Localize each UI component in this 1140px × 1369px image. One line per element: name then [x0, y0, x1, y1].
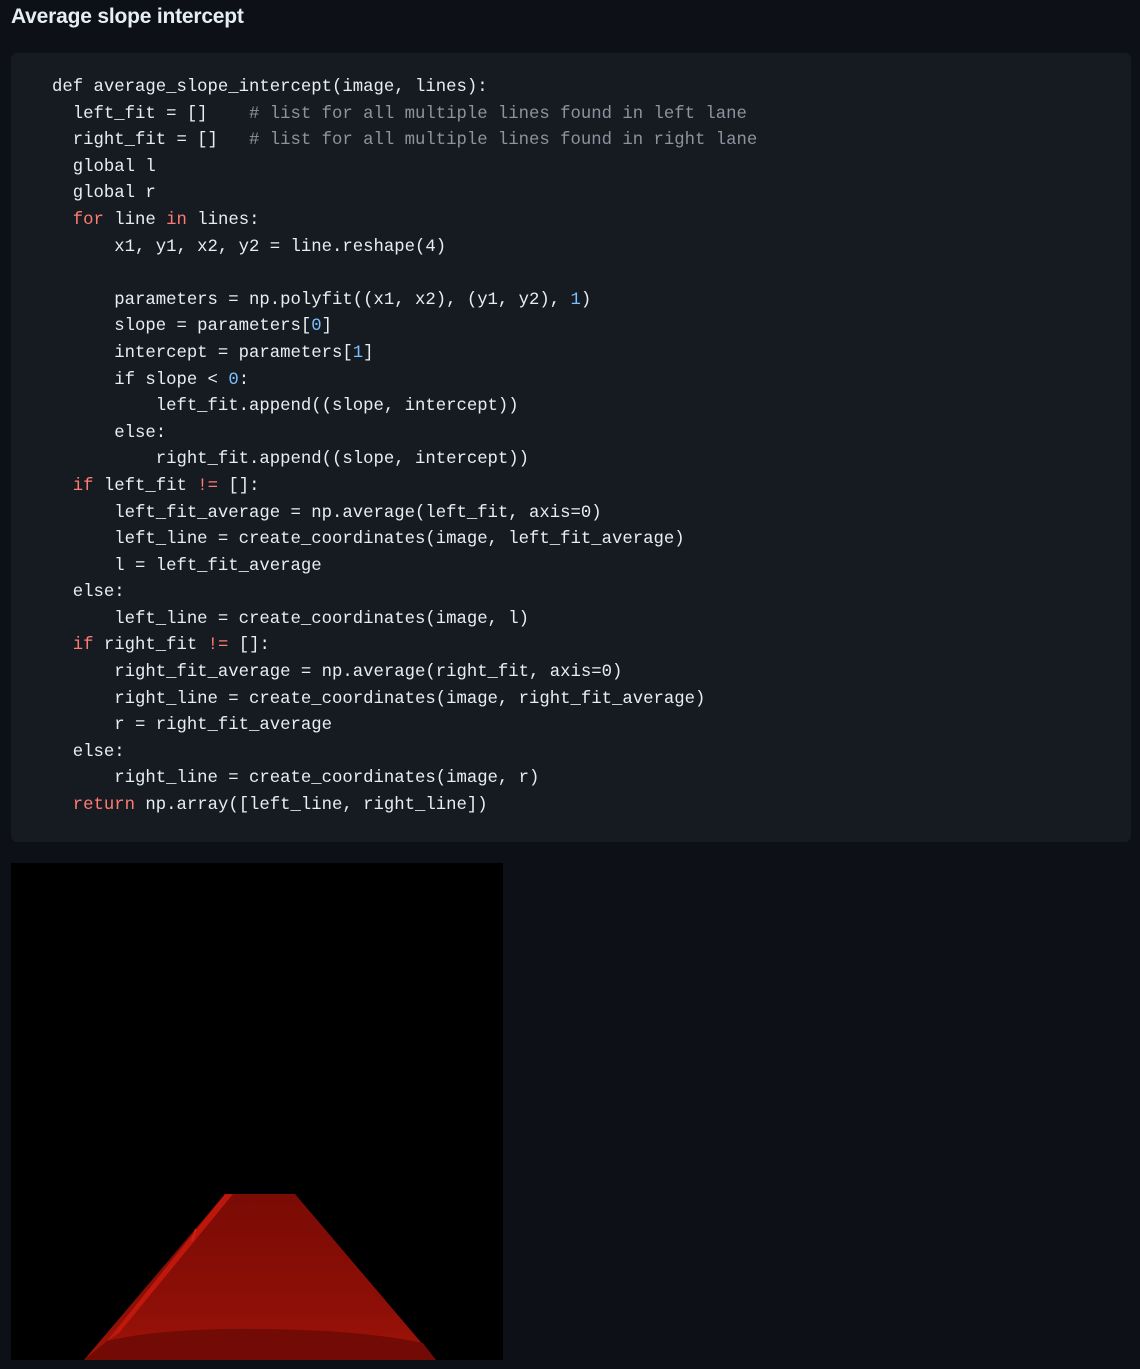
code-line: right_fit.append((slope, intercept)) [52, 447, 757, 474]
code-line: left_line = create_coordinates(image, le… [52, 527, 757, 554]
code-content[interactable]: def average_slope_intercept(image, lines… [52, 75, 757, 820]
code-token: global l [52, 157, 156, 177]
code-token: right_fit = [] [52, 131, 250, 151]
code-keyword: != [207, 636, 229, 656]
code-token: right_line = create_coordinates(image, r… [52, 689, 706, 709]
section-heading: Average slope intercept [11, 5, 244, 28]
code-token: left_fit = [] [52, 104, 250, 124]
code-token: intercept = parameters[ [52, 343, 353, 363]
code-keyword: in [166, 210, 187, 230]
code-token: l = left_fit_average [52, 556, 322, 576]
code-comment: # list for all multiple lines found in l… [249, 104, 747, 124]
code-token: np.array([left_line, right_line]) [134, 796, 488, 816]
code-token: global r [52, 184, 156, 204]
code-line: left_fit.append((slope, intercept)) [52, 394, 757, 421]
code-token: else: [52, 423, 167, 443]
code-token: def average_slope_intercept(image, lines… [52, 78, 488, 97]
road-mask-graphic [11, 863, 503, 1360]
code-token: right_fit.append((slope, intercept)) [52, 450, 530, 470]
code-token: left_line = create_coordinates(image, le… [52, 530, 685, 550]
code-line: x1, y1, x2, y2 = line.reshape(4) [52, 235, 757, 262]
code-line: left_fit = [] # list for all multiple li… [52, 102, 757, 129]
code-line: r = right_fit_average [52, 713, 757, 740]
code-keyword: if [72, 476, 94, 496]
code-token: else: [52, 742, 125, 762]
code-line: right_fit = [] # list for all multiple l… [52, 128, 757, 155]
code-line: def average_slope_intercept(image, lines… [52, 75, 757, 102]
code-line: left_line = create_coordinates(image, l) [52, 607, 757, 634]
code-line: return np.array([left_line, right_line]) [52, 793, 757, 820]
code-token: ] [321, 317, 333, 337]
code-token: ] [363, 343, 374, 363]
code-line: right_line = create_coordinates(image, r… [52, 766, 757, 793]
code-token: r = right_fit_average [52, 716, 333, 736]
code-token: left_line = create_coordinates(image, l) [52, 609, 530, 629]
code-number: 1 [570, 290, 581, 310]
code-line: parameters = np.polyfit((x1, x2), (y1, y… [52, 288, 757, 315]
code-token: : [238, 370, 250, 390]
code-token: left_fit.append((slope, intercept)) [52, 397, 519, 417]
code-token: x1, y1, x2, y2 = line.reshape(4) [52, 237, 447, 257]
code-line: right_fit_average = np.average(right_fit… [52, 660, 757, 687]
code-line: else: [52, 580, 757, 607]
code-line: left_fit_average = np.average(left_fit, … [52, 501, 757, 528]
code-line: global l [52, 155, 757, 182]
code-token: right_fit [93, 636, 208, 656]
code-line: global r [52, 181, 757, 208]
code-keyword: if [72, 636, 94, 656]
code-token: lines: [186, 210, 260, 230]
code-number: 0 [228, 370, 239, 390]
code-token: ) [580, 290, 592, 310]
code-token: else: [52, 583, 125, 603]
code-line: if right_fit != []: [52, 633, 757, 660]
code-token: slope = parameters[ [52, 317, 312, 337]
code-comment: # list for all multiple lines found in r… [249, 131, 758, 151]
code-line: if left_fit != []: [52, 474, 757, 501]
code-line: for line in lines: [52, 208, 757, 235]
road-mask-image [11, 863, 503, 1360]
code-line: slope = parameters[0] [52, 314, 757, 341]
code-token: right_line = create_coordinates(image, r… [52, 769, 540, 789]
code-line: else: [52, 740, 757, 767]
code-token: parameters = np.polyfit((x1, x2), (y1, y… [52, 290, 571, 310]
code-keyword: for [72, 210, 104, 230]
code-line: intercept = parameters[1] [52, 341, 757, 368]
code-block[interactable]: def average_slope_intercept(image, lines… [11, 53, 1131, 842]
code-token: []: [217, 476, 260, 496]
code-line: right_line = create_coordinates(image, r… [52, 687, 757, 714]
code-token: left_fit_average = np.average(left_fit, … [52, 503, 602, 523]
code-line: l = left_fit_average [52, 554, 757, 581]
code-number: 0 [311, 317, 322, 337]
code-line: else: [52, 421, 757, 448]
code-keyword: != [197, 476, 218, 496]
code-token: if slope < [52, 370, 229, 390]
code-token: left_fit [93, 476, 198, 496]
code-token: line [103, 210, 167, 230]
code-line: if slope < 0: [52, 368, 757, 395]
code-number: 1 [352, 343, 364, 363]
code-token: []: [228, 636, 270, 656]
code-token: right_fit_average = np.average(right_fit… [52, 663, 623, 683]
code-keyword: return [72, 796, 135, 816]
